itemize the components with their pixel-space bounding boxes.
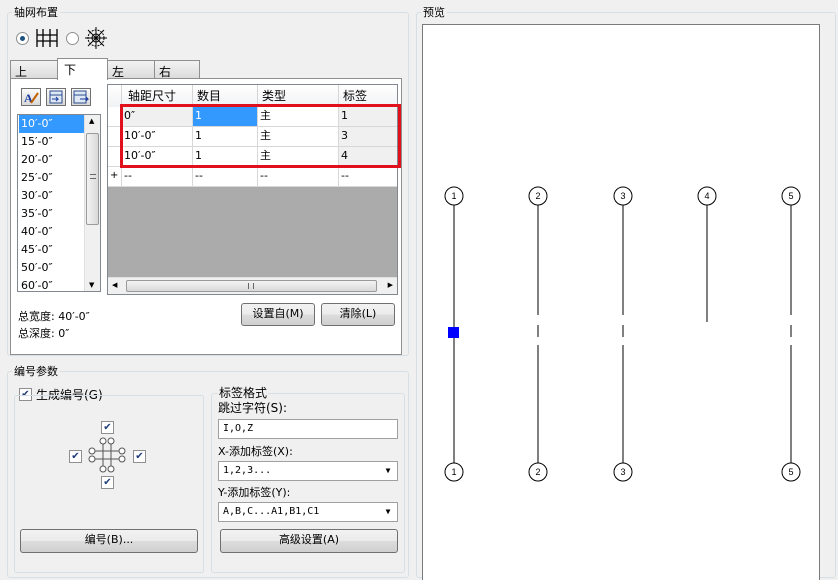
edit-style-icon: A — [24, 91, 39, 105]
export-icon — [73, 90, 90, 104]
y-label-value: A,B,C...A1,B1,C1 — [223, 506, 320, 517]
bubble-label-top: 2 — [535, 191, 540, 201]
bubble-label-bottom: 3 — [620, 467, 625, 477]
scroll-down-icon[interactable]: ▼ — [89, 281, 94, 289]
x-label-label: X-添加标签(X): — [218, 445, 293, 458]
tab-right[interactable]: 右 — [154, 60, 200, 79]
bubble-label-top: 4 — [704, 191, 709, 201]
radial-grid-icon — [85, 27, 107, 49]
new-cell[interactable]: -- — [193, 167, 258, 187]
left-numbering-checkbox[interactable]: ✔ — [69, 450, 82, 463]
skip-chars-label: 跳过字符(S): — [218, 401, 288, 415]
bubble-label-top: 1 — [451, 191, 456, 201]
bubble-label-top: 3 — [620, 191, 625, 201]
tab-left[interactable]: 左 — [107, 60, 155, 79]
import-button[interactable] — [46, 88, 66, 106]
table-new-row[interactable]: + -- -- -- -- — [108, 167, 397, 187]
list-item[interactable]: 15′-0″ — [19, 133, 84, 151]
bubble-label-top: 5 — [788, 191, 793, 201]
list-item[interactable]: 20′-0″ — [19, 151, 84, 169]
skip-chars-input[interactable]: I,O,Z — [218, 419, 398, 439]
list-item[interactable]: 45′-0″ — [19, 241, 84, 259]
top-numbering-checkbox[interactable]: ✔ — [101, 421, 114, 434]
edit-style-button[interactable]: A — [21, 88, 41, 106]
list-item[interactable]: 30′-0″ — [19, 187, 84, 205]
y-label-select[interactable]: A,B,C...A1,B1,C1 ▼ — [218, 502, 398, 522]
new-cell[interactable]: -- — [258, 167, 339, 187]
bottom-numbering-checkbox[interactable]: ✔ — [101, 476, 114, 489]
scroll-thumb[interactable] — [86, 133, 99, 225]
advanced-settings-button[interactable]: 高级设置(A) — [220, 529, 398, 553]
total-width: 总宽度: 40′-0″ — [18, 310, 90, 323]
import-icon — [49, 90, 63, 104]
tab-bottom[interactable]: 下 — [57, 58, 108, 80]
preview-drawing: 1 2 3 4 5 1 2 3 5 — [444, 186, 801, 482]
bubble-label-bottom: 1 — [451, 467, 456, 477]
list-item[interactable]: 25′-0″ — [19, 169, 84, 187]
highlight-box — [120, 104, 401, 168]
new-cell[interactable]: -- — [339, 167, 397, 187]
spacing-list[interactable]: 10′-0″ 15′-0″ 20′-0″ 25′-0″ 30′-0″ 35′-0… — [17, 114, 101, 292]
list-scrollbar[interactable]: ▲ ▼ — [84, 115, 100, 291]
orthogonal-grid-icon — [36, 29, 58, 47]
x-label-value: 1,2,3... — [223, 465, 272, 476]
bubble-label-bottom: 2 — [535, 467, 540, 477]
list-item[interactable]: 60′-0″ — [19, 277, 84, 295]
preview-legend: 预览 — [423, 6, 445, 19]
hscroll-thumb[interactable] — [126, 280, 377, 292]
number-button[interactable]: 编号(B)... — [20, 529, 198, 553]
right-numbering-checkbox[interactable]: ✔ — [133, 450, 146, 463]
scroll-right-icon[interactable]: ▶ — [388, 281, 393, 289]
new-row-marker: + — [108, 167, 122, 187]
list-item[interactable]: 35′-0″ — [19, 205, 84, 223]
insertion-marker[interactable] — [448, 327, 459, 338]
grid-layout-legend: 轴网布置 — [14, 6, 58, 19]
grid-bubble-icon — [88, 437, 126, 473]
table-hscrollbar[interactable]: ◀ ▶ — [108, 277, 397, 294]
chevron-down-icon: ▼ — [385, 507, 391, 516]
scroll-up-icon[interactable]: ▲ — [89, 117, 94, 125]
orthogonal-grid-radio[interactable] — [16, 32, 29, 45]
preview-canvas: 1 2 3 4 5 1 2 3 5 — [422, 24, 820, 580]
radial-grid-radio[interactable] — [66, 32, 79, 45]
y-label-label: Y-添加标签(Y): — [218, 486, 291, 499]
new-cell[interactable]: -- — [122, 167, 193, 187]
clear-button[interactable]: 清除(L) — [321, 303, 395, 326]
list-item[interactable]: 40′-0″ — [19, 223, 84, 241]
set-from-button[interactable]: 设置自(M) — [241, 303, 315, 326]
list-item[interactable]: 10′-0″ — [19, 115, 84, 133]
bubble-label-bottom: 5 — [788, 467, 793, 477]
x-label-select[interactable]: 1,2,3... ▼ — [218, 461, 398, 481]
tab-top[interactable]: 上 — [10, 60, 58, 79]
chevron-down-icon: ▼ — [385, 466, 391, 475]
total-depth: 总深度: 0″ — [18, 327, 70, 340]
export-button[interactable] — [71, 88, 91, 106]
scroll-left-icon[interactable]: ◀ — [112, 281, 117, 289]
list-item[interactable]: 50′-0″ — [19, 259, 84, 277]
numbering-legend: 编号参数 — [14, 365, 58, 378]
